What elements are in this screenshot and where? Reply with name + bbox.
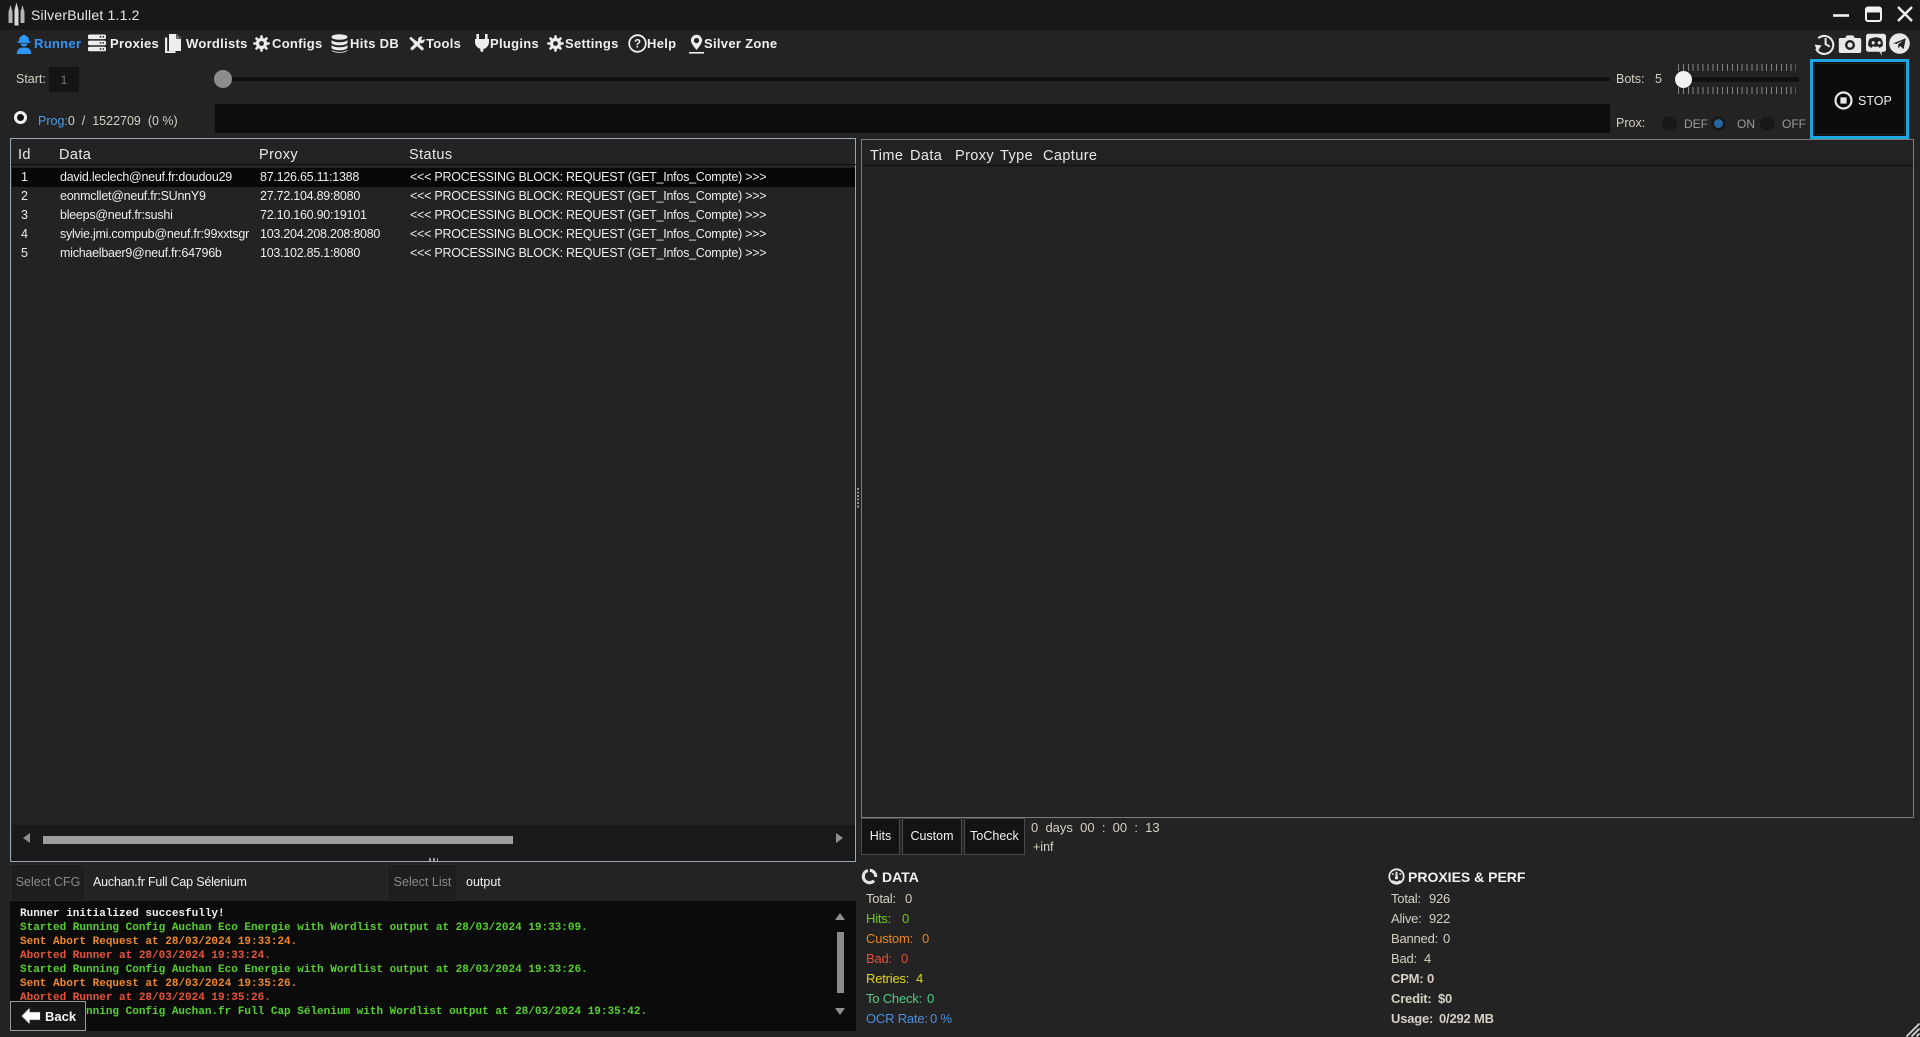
svg-text:?: ? — [634, 39, 641, 51]
